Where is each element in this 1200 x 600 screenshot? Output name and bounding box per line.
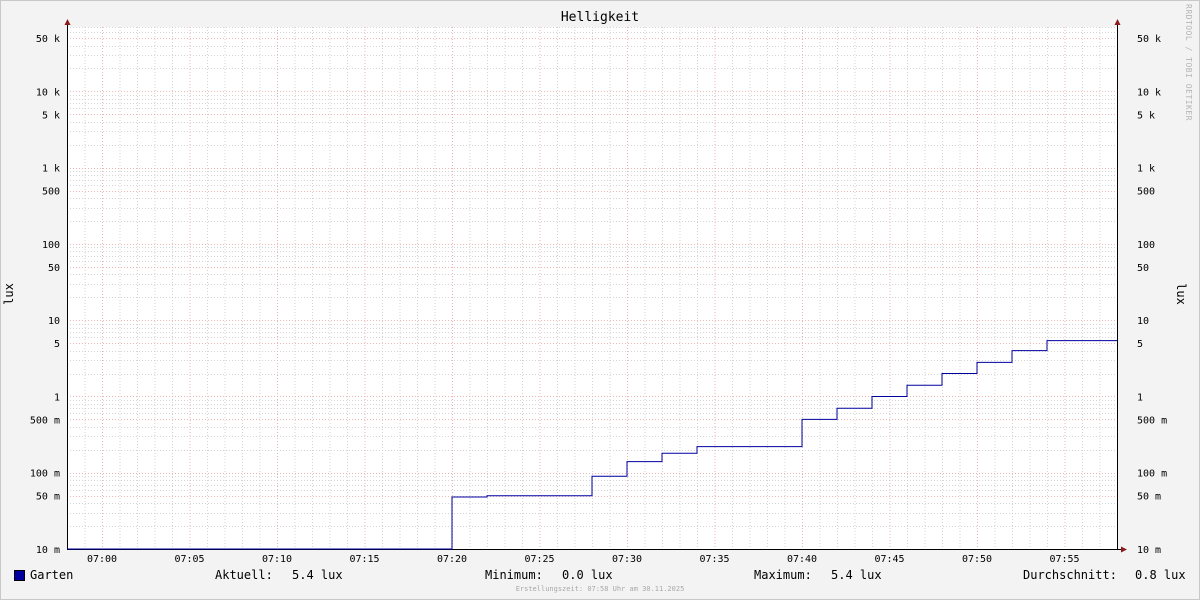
x-tick-label: 07:20: [437, 554, 467, 565]
y-tick-label-left: 500: [42, 187, 60, 198]
y-tick-label-right: 50 k: [1137, 34, 1161, 45]
y-tick-label-left: 1 k: [42, 164, 60, 175]
y-tick-label-left: 5 k: [42, 110, 60, 121]
legend-max-value: 5.4 lux: [831, 568, 882, 582]
y-tick-label-left: 100: [42, 240, 60, 251]
y-tick-label-right: 5 k: [1137, 110, 1155, 121]
x-axis-arrow: [1121, 546, 1127, 553]
y-tick-label-right: 1: [1137, 392, 1143, 403]
y-tick-label-left: 1: [54, 392, 60, 403]
y-tick-label-left: 100 m: [30, 469, 60, 480]
y-tick-label-right: 50: [1137, 263, 1149, 274]
x-tick-label: 07:55: [1049, 554, 1079, 565]
x-tick-label: 07:50: [962, 554, 992, 565]
y-tick-label-right: 500 m: [1137, 415, 1167, 426]
x-tick-label: 07:35: [699, 554, 729, 565]
x-tick-label: 07:05: [174, 554, 204, 565]
legend-max-label: Maximum:: [754, 568, 812, 582]
legend-current-value: 5.4 lux: [292, 568, 343, 582]
y-tick-label-right: 100 m: [1137, 469, 1167, 480]
legend-min-value: 0.0 lux: [562, 568, 613, 582]
x-tick-label: 07:25: [524, 554, 554, 565]
y-tick-label-left: 50: [48, 263, 60, 274]
x-tick-label: 07:00: [87, 554, 117, 565]
x-tick-label: 07:10: [262, 554, 292, 565]
legend-series-name: Garten: [30, 568, 74, 582]
y-tick-label-right: 5: [1137, 339, 1143, 350]
y-tick-label-left: 10: [48, 316, 60, 327]
y-tick-label-left: 5: [54, 339, 60, 350]
y-tick-label-right: 10 m: [1137, 545, 1161, 556]
x-tick-label: 07:30: [612, 554, 642, 565]
legend-min-label: Minimum:: [485, 568, 543, 582]
x-tick-label: 07:15: [349, 554, 379, 565]
x-tick-label: 07:45: [874, 554, 904, 565]
plot-area: [67, 27, 1117, 549]
y-tick-label-left: 50 k: [36, 34, 60, 45]
legend-current-label: Aktuell:: [215, 568, 273, 582]
y-axis-arrow-left: [64, 19, 71, 25]
y-tick-label-right: 500: [1137, 187, 1155, 198]
y-tick-label-right: 10: [1137, 316, 1149, 327]
y-tick-label-right: 1 k: [1137, 164, 1155, 175]
x-tick-label: 07:40: [787, 554, 817, 565]
y-axis-arrow-right: [1114, 19, 1121, 25]
y-tick-label-right: 100: [1137, 240, 1155, 251]
y-tick-label-right: 10 k: [1137, 87, 1161, 98]
y-tick-label-right: 50 m: [1137, 492, 1161, 503]
legend-swatch-garten: [14, 570, 25, 581]
y-tick-label-left: 50 m: [36, 492, 60, 503]
y-tick-label-left: 10 k: [36, 87, 60, 98]
y-tick-label-left: 500 m: [30, 415, 60, 426]
creation-time-footer: Erstellungszeit: 07:58 Uhr am 30.11.2025: [515, 585, 685, 593]
legend-avg-label: Durchschnitt:: [1023, 568, 1117, 582]
y-tick-label-left: 10 m: [36, 545, 60, 556]
chart-plot: 10 m 10 m 50 m 50 m 100 m 100 m 500 m 500 m 1 1 5 5…: [30, 19, 1167, 565]
legend-avg-value: 0.8 lux: [1135, 568, 1186, 582]
